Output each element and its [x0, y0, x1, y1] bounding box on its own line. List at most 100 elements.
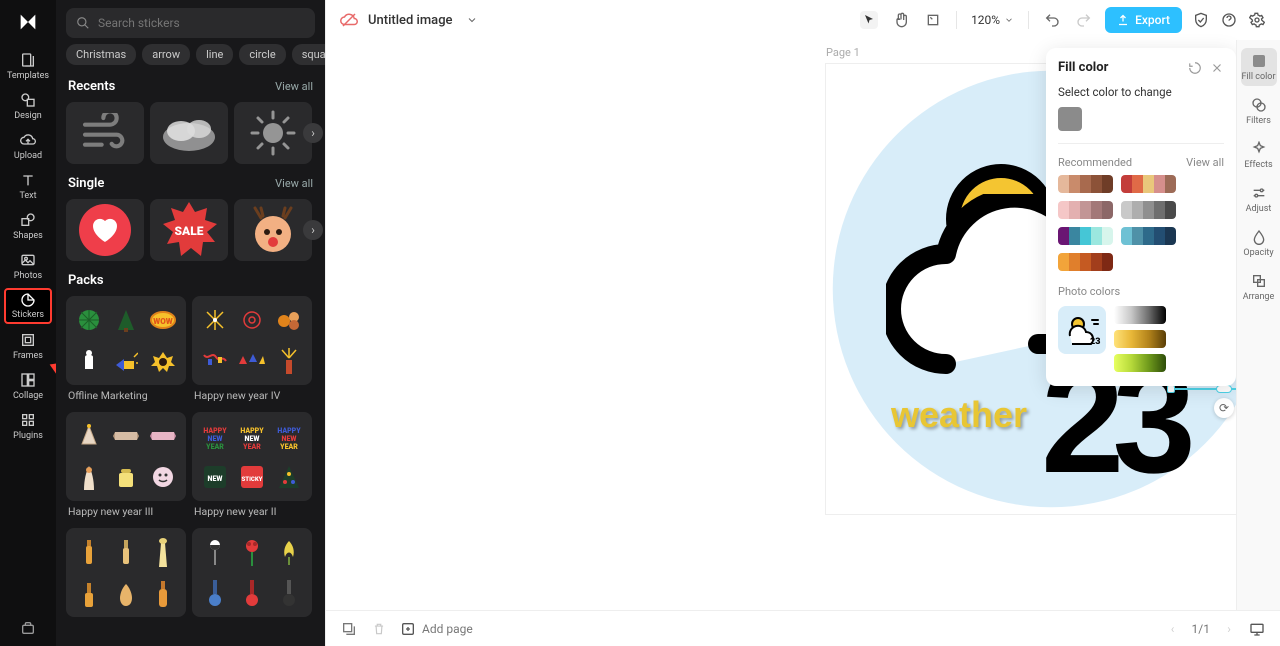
palette[interactable]: [1058, 175, 1113, 193]
rr-filters[interactable]: Filters: [1241, 92, 1277, 130]
pack-happy-new-year-2[interactable]: HAPPYNEWYEAR HAPPYNEWYEAR HAPPYNEWYEAR N…: [192, 412, 312, 524]
pack-row-2: Happy new year III HAPPYNEWYEAR HAPPYNEW…: [56, 408, 325, 524]
svg-text:NEW: NEW: [282, 435, 297, 443]
photo-colors-label: Photo colors: [1058, 285, 1224, 298]
photo-gradient[interactable]: [1114, 330, 1166, 348]
add-page-label: Add page: [422, 622, 473, 636]
photo-thumb[interactable]: 23: [1058, 306, 1106, 354]
settings-icon[interactable]: [1248, 11, 1266, 29]
resize-handle-bl[interactable]: [1167, 385, 1175, 393]
pack-happy-new-year-3[interactable]: Happy new year III: [66, 412, 186, 524]
undo-icon[interactable]: [1043, 11, 1061, 29]
single-next-button[interactable]: ›: [303, 220, 323, 240]
redo-icon[interactable]: [1075, 11, 1093, 29]
palette[interactable]: [1058, 253, 1113, 271]
svg-text:NEW: NEW: [245, 435, 260, 443]
close-icon[interactable]: [1210, 61, 1224, 75]
rail-stickers[interactable]: Stickers: [4, 288, 52, 324]
export-label: Export: [1135, 13, 1170, 27]
rail-design[interactable]: Design: [4, 88, 52, 124]
next-page-icon[interactable]: ›: [1220, 620, 1238, 638]
help-icon[interactable]: [1220, 11, 1238, 29]
chip-square[interactable]: square: [292, 44, 325, 65]
single-sale-sticker[interactable]: SALE: [150, 199, 228, 261]
filters-icon: [1250, 96, 1268, 114]
pack-offline-marketing[interactable]: WOW Offline Marketing: [66, 296, 186, 408]
rotate-handle[interactable]: ⟳: [1214, 398, 1234, 418]
rail-label: Collage: [13, 391, 43, 401]
present-icon[interactable]: [1248, 620, 1266, 638]
rail-plugins[interactable]: Plugins: [4, 408, 52, 444]
add-page-button[interactable]: Add page: [400, 621, 473, 637]
layers-icon[interactable]: [340, 620, 358, 638]
svg-text:YEAR: YEAR: [242, 443, 261, 449]
recent-wind-sticker[interactable]: [66, 102, 144, 164]
prev-page-icon[interactable]: ‹: [1164, 620, 1182, 638]
rr-adjust[interactable]: Adjust: [1241, 180, 1277, 218]
topbar-right: Export: [1105, 7, 1266, 33]
chip-circle[interactable]: circle: [239, 44, 285, 65]
section-title: Single: [68, 176, 104, 191]
rail-frames[interactable]: Frames: [4, 328, 52, 364]
recent-sun-sticker[interactable]: [234, 102, 312, 164]
pack-happy-new-year-4[interactable]: Happy new year IV: [192, 296, 312, 408]
collage-icon: [19, 371, 37, 389]
pack-extra-2[interactable]: [192, 528, 312, 617]
single-heart-sticker[interactable]: [66, 199, 144, 261]
palette[interactable]: [1058, 227, 1113, 245]
delete-icon[interactable]: [370, 620, 388, 638]
rail-photos[interactable]: Photos: [4, 248, 52, 284]
current-color-swatch[interactable]: [1058, 107, 1082, 131]
shield-icon[interactable]: [1192, 11, 1210, 29]
cloud-sync-off-icon[interactable]: [340, 11, 358, 29]
rail-collage[interactable]: Collage: [4, 368, 52, 404]
document-title[interactable]: Untitled image: [368, 13, 453, 28]
recents-next-button[interactable]: ›: [303, 123, 323, 143]
section-packs-header: Packs: [56, 265, 325, 292]
weather-text: weather: [891, 394, 1027, 436]
reset-icon[interactable]: [1188, 61, 1202, 75]
search-bar[interactable]: [66, 8, 315, 38]
photo-gradient[interactable]: [1114, 354, 1166, 372]
app-logo[interactable]: [14, 8, 42, 36]
rr-arrange[interactable]: Arrange: [1241, 268, 1277, 306]
export-button[interactable]: Export: [1105, 7, 1182, 33]
rail-templates[interactable]: Templates: [4, 48, 52, 84]
view-all-palettes[interactable]: View all: [1186, 156, 1224, 169]
resize-handle-b[interactable]: [1216, 385, 1232, 393]
right-toolbar: Fill color Filters Effects Adjust Opacit…: [1236, 40, 1280, 610]
rr-label: Effects: [1244, 160, 1272, 170]
recent-cloud-sticker[interactable]: [150, 102, 228, 164]
zoom-control[interactable]: 120%: [971, 13, 1014, 27]
main-area: Untitled image 120% Export: [325, 0, 1280, 646]
single-reindeer-sticker[interactable]: [234, 199, 312, 261]
rail-upload[interactable]: Upload: [4, 128, 52, 164]
palette[interactable]: [1121, 201, 1176, 219]
chevron-down-icon[interactable]: [463, 11, 481, 29]
cursor-tool-icon[interactable]: [860, 11, 878, 29]
hand-tool-icon[interactable]: [892, 11, 910, 29]
rr-opacity[interactable]: Opacity: [1241, 224, 1277, 262]
rail-shapes[interactable]: Shapes: [4, 208, 52, 244]
rail-bottom-icon[interactable]: [4, 610, 52, 646]
rr-fill-color[interactable]: Fill color: [1241, 48, 1277, 86]
pack-label: Happy new year III: [66, 501, 186, 524]
crop-tool-icon[interactable]: [924, 11, 942, 29]
chip-arrow[interactable]: arrow: [142, 44, 190, 65]
palette[interactable]: [1121, 227, 1176, 245]
rail-text[interactable]: Text: [4, 168, 52, 204]
photo-gradient[interactable]: [1114, 306, 1166, 324]
page-label: Page 1: [826, 46, 860, 59]
pack-extra-1[interactable]: [66, 528, 186, 617]
view-all-link[interactable]: View all: [275, 177, 313, 190]
view-all-link[interactable]: View all: [275, 80, 313, 93]
search-input[interactable]: [98, 16, 305, 30]
plugins-icon: [19, 411, 37, 429]
palette[interactable]: [1121, 175, 1176, 193]
svg-text:23: 23: [1090, 337, 1100, 347]
rr-effects[interactable]: Effects: [1241, 136, 1277, 174]
svg-text:STICKY: STICKY: [242, 476, 263, 483]
chip-line[interactable]: line: [196, 44, 233, 65]
chip-christmas[interactable]: Christmas: [66, 44, 136, 65]
palette[interactable]: [1058, 201, 1113, 219]
